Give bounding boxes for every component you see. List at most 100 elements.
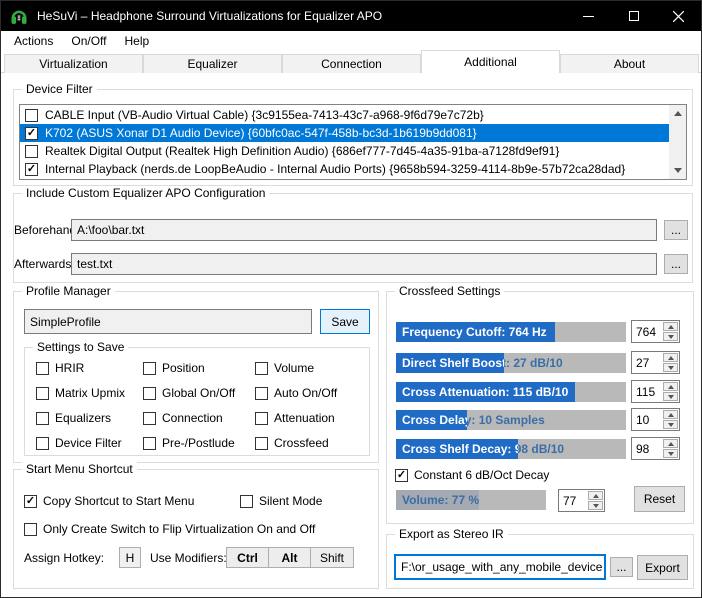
spinner-down-icon[interactable] [663,449,678,458]
cross-attenuation-spinner[interactable]: 115 [631,380,680,403]
afterwards-input[interactable]: test.txt [71,253,657,275]
reset-button[interactable]: Reset [634,486,685,512]
cross-attenuation-bar[interactable]: Cross Attenuation: 115 dB/10 Cross Atten… [396,382,626,402]
save-button[interactable]: Save [320,309,370,334]
checkbox[interactable]: ✓ [36,387,49,400]
spinner-down-icon[interactable] [663,392,678,401]
export-browse-button[interactable]: ... [610,557,633,577]
spinner-up-icon[interactable] [663,439,678,448]
cross-shelf-decay-bar[interactable]: Cross Shelf Decay: 98 dB/10 Cross Shelf … [396,439,626,459]
checkbox-silent-mode[interactable]: ✓ Silent Mode [240,494,322,508]
maximize-button[interactable] [611,1,656,31]
check-icon: ✓ [397,470,406,480]
volume-bar[interactable]: Volume: 77 % Volume: 77 % [396,490,546,510]
menu-onoff[interactable]: On/Off [62,31,115,51]
spinner-up-icon[interactable] [588,491,603,500]
checkbox-connection[interactable]: ✓Connection [143,411,235,425]
direct-shelf-boost-bar[interactable]: Direct Shelf Boost: 27 dB/10 Direct Shel… [396,353,626,373]
spinner-up-icon[interactable] [663,322,678,331]
modifier-ctrl[interactable]: Ctrl [227,548,269,567]
device-checkbox[interactable]: ✓ [25,163,38,176]
modifier-shift[interactable]: Shift [311,548,353,567]
checkbox-attenuation[interactable]: ✓Attenuation [255,411,337,425]
tab-virtualization[interactable]: Virtualization [4,54,143,73]
close-button[interactable] [656,1,701,31]
crossfeed-settings-group: Crossfeed Settings Frequency Cutoff: 764… [386,291,694,524]
checkbox[interactable]: ✓ [143,437,156,450]
spinner-down-icon[interactable] [663,420,678,429]
checkbox-auto-onoff[interactable]: ✓Auto On/Off [255,386,337,400]
checkbox[interactable]: ✓ [24,495,37,508]
cross-shelf-decay-spinner[interactable]: 98 [631,437,680,460]
beforehand-browse-button[interactable]: ... [664,220,688,240]
spinner-up-icon[interactable] [663,382,678,391]
scroll-up-icon[interactable] [669,105,686,122]
scrollbar[interactable] [669,105,686,179]
assign-hotkey-label: Assign Hotkey: [24,551,104,565]
export-path-input[interactable]: F:\or_usage_with_any_mobile_device [394,554,606,580]
checkbox[interactable]: ✓ [143,387,156,400]
device-list-item[interactable]: ✓ Internal Playback (nerds.de LoopBeAudi… [20,160,669,178]
export-button[interactable]: Export [637,555,688,580]
checkbox-copy-shortcut[interactable]: ✓ Copy Shortcut to Start Menu [24,494,194,508]
checkbox-only-switch[interactable]: ✓ Only Create Switch to Flip Virtualizat… [24,522,315,536]
checkbox[interactable]: ✓ [255,412,268,425]
spinner-up-icon[interactable] [663,410,678,419]
volume-spinner[interactable]: 77 [558,489,605,512]
menu-actions[interactable]: Actions [5,31,62,51]
profile-name-input[interactable]: SimpleProfile [24,309,312,334]
frequency-cutoff-spinner[interactable]: 764 [631,320,680,343]
device-list-item[interactable]: ✓ K702 (ASUS Xonar D1 Audio Device) {60b… [20,124,669,142]
cross-delay-bar[interactable]: Cross Delay: 10 Samples Cross Delay: 10 … [396,410,626,430]
settings-to-save-group: Settings to Save ✓HRIR ✓Matrix Upmix ✓Eq… [24,347,370,456]
tab-connection[interactable]: Connection [282,54,421,73]
checkbox[interactable]: ✓ [395,469,408,482]
menu-help[interactable]: Help [116,31,159,51]
direct-shelf-boost-spinner[interactable]: 27 [631,351,680,374]
checkbox-position[interactable]: ✓Position [143,361,235,375]
hotkey-button[interactable]: H [119,547,141,568]
checkbox[interactable]: ✓ [240,495,253,508]
frequency-cutoff-bar[interactable]: Frequency Cutoff: 764 Hz Frequency Cutof… [396,322,626,342]
checkbox-equalizers[interactable]: ✓Equalizers [36,411,125,425]
device-list-item[interactable]: ✓ CABLE Input (VB-Audio Virtual Cable) {… [20,106,669,124]
spinner-down-icon[interactable] [588,501,603,510]
beforehand-label: Beforehand: [14,223,67,237]
device-checkbox[interactable]: ✓ [25,109,38,122]
window-title: HeSuVi – Headphone Surround Virtualizati… [37,9,382,23]
scroll-down-icon[interactable] [669,162,686,179]
minimize-button[interactable] [566,1,611,31]
checkbox[interactable]: ✓ [255,362,268,375]
checkbox-device-filter[interactable]: ✓Device Filter [36,436,125,450]
checkbox[interactable]: ✓ [36,412,49,425]
modifier-alt[interactable]: Alt [269,548,311,567]
checkbox[interactable]: ✓ [36,362,49,375]
checkbox[interactable]: ✓ [143,412,156,425]
afterwards-browse-button[interactable]: ... [664,254,688,274]
checkbox-matrix-upmix[interactable]: ✓Matrix Upmix [36,386,125,400]
checkbox[interactable]: ✓ [255,387,268,400]
spinner-down-icon[interactable] [663,363,678,372]
checkbox[interactable]: ✓ [143,362,156,375]
checkbox-volume[interactable]: ✓Volume [255,361,337,375]
cross-delay-spinner[interactable]: 10 [631,408,680,431]
device-list-item[interactable]: ✓ Realtek Digital Output (Realtek High D… [20,142,669,160]
spinner-up-icon[interactable] [663,353,678,362]
checkbox[interactable]: ✓ [24,523,37,536]
spinner-down-icon[interactable] [663,332,678,341]
checkbox-pre-postlude[interactable]: ✓Pre-/Postlude [143,436,235,450]
tab-additional[interactable]: Additional [421,50,560,73]
device-checkbox[interactable]: ✓ [25,127,38,140]
device-checkbox[interactable]: ✓ [25,145,38,158]
checkbox-hrir[interactable]: ✓HRIR [36,361,125,375]
export-stereo-ir-group: Export as Stereo IR F:\or_usage_with_any… [386,534,694,589]
tab-equalizer[interactable]: Equalizer [143,54,282,73]
beforehand-input[interactable]: A:\foo\bar.txt [71,219,657,241]
checkbox-constant-decay[interactable]: ✓ Constant 6 dB/Oct Decay [395,468,549,482]
checkbox[interactable]: ✓ [255,437,268,450]
tab-about[interactable]: About [560,54,699,73]
checkbox-global-onoff[interactable]: ✓Global On/Off [143,386,235,400]
checkbox-crossfeed[interactable]: ✓Crossfeed [255,436,337,450]
checkbox[interactable]: ✓ [36,437,49,450]
device-filter-list: ✓ CABLE Input (VB-Audio Virtual Cable) {… [19,104,687,180]
